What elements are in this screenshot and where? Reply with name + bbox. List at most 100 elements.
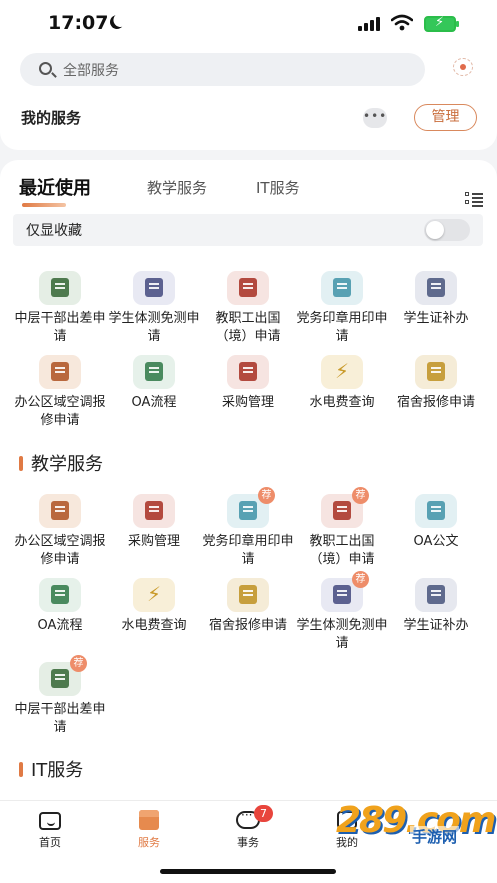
tab-recent[interactable]: 最近使用 [19, 174, 91, 200]
tab-teaching[interactable]: 教学服务 [147, 177, 207, 198]
service-label: 教职工出国（境）申请 [309, 534, 375, 567]
service-label: 采购管理 [221, 395, 274, 410]
service-oa-flow[interactable]: OA流程 [106, 355, 202, 412]
service-label: 学生证补办 [403, 618, 469, 633]
service-label: 学生体测免测申请 [296, 618, 388, 651]
service-seal[interactable]: 党务印章用印申请 [294, 271, 390, 346]
airplane-icon [227, 271, 269, 305]
service-dorm-repair[interactable]: 宿舍报修申请 [200, 578, 296, 635]
service-ac-repair[interactable]: 办公区域空调报修申请 [12, 494, 108, 569]
favorites-only-label: 仅显收藏 [26, 223, 82, 239]
manage-button[interactable]: 管理 [414, 104, 477, 131]
service-ac-repair[interactable]: 办公区域空调报修申请 [12, 355, 108, 430]
signal-icon [358, 17, 382, 31]
id-card-icon [415, 578, 457, 612]
avatar[interactable] [451, 58, 475, 78]
service-student-id[interactable]: 学生证补办 [388, 578, 484, 635]
box-icon [136, 808, 162, 830]
service-label: 办公区域空调报修申请 [14, 395, 106, 428]
tab-underline [22, 203, 66, 207]
top-panel: 全部服务 我的服务 ••• 管理 [0, 46, 497, 150]
home-icon [37, 808, 63, 830]
service-label: 党务印章用印申请 [296, 311, 388, 344]
status-time: 17:07 [48, 12, 109, 34]
main-card: 最近使用 教学服务 IT服务 仅显收藏 中层干部出差申请 学生体测免测申请 教职… [0, 160, 497, 800]
recommended-badge: 荐 [258, 487, 275, 504]
oa-flow-icon [39, 578, 81, 612]
service-label: 水电费查询 [121, 618, 187, 633]
service-utility-bill[interactable]: ⚡ 水电费查询 [106, 578, 202, 635]
section-bar [19, 762, 23, 777]
moon-icon [107, 12, 126, 31]
physical-test-icon: 荐 [321, 571, 369, 612]
seal-icon [321, 271, 363, 305]
service-oa-document[interactable]: OA公文 [388, 494, 484, 551]
oa-document-icon [415, 494, 457, 528]
service-label: OA公文 [413, 534, 459, 549]
service-label: 学生体测免测申请 [108, 311, 200, 344]
business-trip-icon [39, 271, 81, 305]
purchase-icon [133, 494, 175, 528]
section-it-title: IT服务 [19, 756, 83, 782]
service-label: 采购管理 [127, 534, 180, 549]
service-purchase[interactable]: 采购管理 [200, 355, 296, 412]
tabbar-label: 事务 [237, 836, 259, 849]
service-student-id[interactable]: 学生证补办 [388, 271, 484, 328]
service-label: 中层干部出差申请 [14, 311, 106, 344]
favorites-only-row: 仅显收藏 [13, 214, 483, 246]
more-icon[interactable]: ••• [363, 108, 387, 128]
home-indicator [160, 869, 336, 874]
search-icon [39, 62, 52, 75]
service-go-abroad[interactable]: 荐 教职工出国（境）申请 [294, 487, 390, 569]
purchase-icon [227, 355, 269, 389]
service-seal[interactable]: 荐 党务印章用印申请 [200, 487, 296, 569]
service-label: 中层干部出差申请 [14, 702, 106, 735]
service-label: 宿舍报修申请 [208, 618, 287, 633]
service-dorm-repair[interactable]: 宿舍报修申请 [388, 355, 484, 412]
service-utility-bill[interactable]: ⚡ 水电费查询 [294, 355, 390, 412]
airplane-icon: 荐 [321, 487, 369, 528]
id-card-icon [415, 271, 457, 305]
section-teaching-title: 教学服务 [19, 450, 103, 476]
service-business-trip[interactable]: 荐 中层干部出差申请 [12, 655, 108, 737]
search-input[interactable]: 全部服务 [20, 53, 425, 86]
list-view-icon[interactable] [465, 192, 483, 207]
service-label: 学生证补办 [403, 311, 469, 326]
seal-icon: 荐 [227, 487, 275, 528]
service-physical-test[interactable]: 学生体测免测申请 [106, 271, 202, 346]
section-title-text: 教学服务 [31, 454, 103, 475]
lightning-icon: ⚡ [133, 578, 175, 612]
tabbar-label: 服务 [138, 836, 160, 849]
repair-form-icon [39, 494, 81, 528]
dormitory-icon [227, 578, 269, 612]
oa-flow-icon [133, 355, 175, 389]
tabbar-label: 首页 [39, 836, 61, 849]
service-label: OA流程 [131, 395, 177, 410]
service-label: OA流程 [37, 618, 83, 633]
favorites-only-toggle[interactable] [424, 219, 470, 241]
service-business-trip[interactable]: 中层干部出差申请 [12, 271, 108, 346]
physical-test-icon [133, 271, 175, 305]
message-count-badge: 7 [254, 805, 273, 822]
service-label: 教职工出国（境）申请 [215, 311, 281, 344]
status-bar: 17:07 ⚡ [0, 0, 497, 46]
service-oa-flow[interactable]: OA流程 [12, 578, 108, 635]
lightning-icon: ⚡ [321, 355, 363, 389]
recommended-badge: 荐 [70, 655, 87, 672]
service-go-abroad[interactable]: 教职工出国（境）申请 [200, 271, 296, 346]
recommended-badge: 荐 [352, 487, 369, 504]
service-label: 水电费查询 [309, 395, 375, 410]
my-services-title: 我的服务 [21, 109, 82, 127]
service-label: 宿舍报修申请 [396, 395, 475, 410]
watermark-sub: 手游网 [410, 826, 460, 847]
recommended-badge: 荐 [352, 571, 369, 588]
service-purchase[interactable]: 采购管理 [106, 494, 202, 551]
battery-icon: ⚡ [424, 15, 459, 32]
wifi-icon [391, 14, 413, 31]
search-placeholder: 全部服务 [63, 63, 119, 79]
dormitory-icon [415, 355, 457, 389]
tab-it[interactable]: IT服务 [256, 177, 300, 198]
service-physical-test[interactable]: 荐 学生体测免测申请 [294, 571, 390, 653]
tabbar-home[interactable]: 首页 [20, 808, 80, 850]
tabbar-services[interactable]: 服务 [119, 808, 179, 850]
